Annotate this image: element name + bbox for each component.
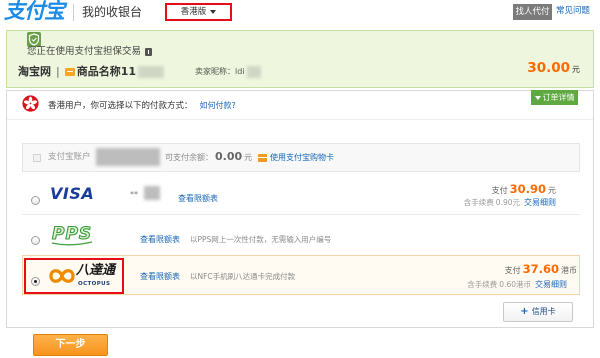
section-divider	[7, 119, 593, 120]
region-select-label: 香港版	[180, 6, 207, 17]
payment-heading: 香港用户，你可选择以下的付款方式： 如何付款?	[48, 100, 236, 112]
octopus-logo: 八達通 OCTOPUS	[48, 263, 118, 290]
region-select[interactable]: 香港版	[165, 3, 232, 21]
payment-method-visa[interactable]: VISA ** 查看限额表 支付 30.90 元 含手续费 0.90元 交易细则	[22, 175, 580, 215]
info-icon[interactable]	[145, 48, 153, 56]
how-to-pay-link[interactable]: 如何付款?	[200, 100, 236, 111]
octopus-limit-link[interactable]: 查看限额表	[140, 272, 180, 282]
order-details-tab[interactable]: 订单详情	[531, 90, 578, 105]
order-summary: 您正在使用支付宝担保交易 淘宝网 | 商品名称11 卖家昵称：ldi 30.00…	[6, 30, 594, 88]
page-title: 我的收银台	[82, 5, 143, 19]
faq-link[interactable]: 常见问题	[556, 6, 590, 16]
merchant-name: 淘宝网	[18, 65, 51, 78]
balance-unit: 元	[244, 153, 253, 162]
pay-unit: 元	[548, 186, 556, 195]
redacted-card-number	[144, 186, 160, 200]
payment-heading-text: 香港用户，你可选择以下的付款方式：	[48, 101, 193, 111]
shield-icon	[27, 32, 41, 47]
fee-amount: 0.60港币	[499, 280, 531, 289]
plus-icon: +	[520, 306, 529, 317]
alipay-account-option: 支付宝账户 可支付余额： 0.00 元 使用支付宝购物卡	[22, 143, 580, 172]
octopus-description: 以NFC手机刷八达通卡完成付款	[190, 272, 296, 281]
visa-limit-link[interactable]: 查看限额表	[178, 194, 218, 204]
payment-method-pps[interactable]: PPS 查看限额表 以PPS网上一次性付款，无需输入用户编号	[22, 216, 580, 254]
visa-rules-link[interactable]: 交易细则	[524, 198, 556, 208]
pps-logo: PPS	[50, 224, 94, 247]
octopus-radio[interactable]	[31, 277, 40, 286]
fee-label: 含手续费	[467, 280, 498, 289]
alipay-account-label: 支付宝账户	[48, 152, 91, 162]
seller-name: 卖家昵称：ldi	[195, 67, 245, 76]
next-step-button[interactable]: 下一步	[33, 334, 108, 356]
alipay-account-checkbox[interactable]	[33, 154, 41, 162]
redacted-account	[96, 148, 160, 166]
seller-info: 卖家昵称：ldi	[195, 66, 261, 78]
pay-amount: 30.90	[509, 182, 546, 196]
visa-radio[interactable]	[31, 196, 40, 205]
guarantee-notice: 您正在使用支付宝担保交易	[27, 46, 153, 58]
payment-methods-panel: 香港用户，你可选择以下的付款方式： 如何付款? 订单详情 支付宝账户 可支付余额…	[6, 90, 594, 328]
fee-label: 含手续费	[463, 198, 494, 207]
add-credit-card-label: 信用卡	[531, 307, 556, 317]
order-amount: 30.00 元	[527, 60, 580, 76]
add-credit-card-button[interactable]: + 信用卡	[503, 302, 573, 322]
octopus-logo-en: OCTOPUS	[78, 281, 111, 287]
pps-description: 以PPS网上一次性付款，无需输入用户编号	[190, 235, 332, 244]
octopus-fee-info: 含手续费 0.60港币 交易细则	[467, 280, 567, 290]
gift-card-link[interactable]: 使用支付宝购物卡	[270, 152, 334, 163]
pay-for-me-button[interactable]: 找人代付	[513, 4, 552, 20]
visa-pay-amount: 支付 30.90 元	[491, 182, 556, 197]
octopus-rules-link[interactable]: 交易细则	[535, 280, 567, 290]
product-name: 商品名称11	[76, 65, 137, 78]
fee-amount: 0.90元	[495, 198, 520, 207]
pps-limit-link[interactable]: 查看限额表	[140, 235, 180, 245]
goods-icon	[64, 67, 75, 76]
chevron-down-icon	[210, 10, 217, 14]
octopus-logo-cn: 八達通	[76, 263, 116, 278]
order-info: 淘宝网 | 商品名称11	[18, 65, 165, 78]
top-bar: 支付宝 我的收银台 香港版 找人代付 常见问题	[0, 0, 600, 27]
pay-label: 支付	[504, 266, 521, 275]
gift-card-icon	[258, 153, 267, 162]
redacted-text	[246, 66, 261, 78]
pps-radio[interactable]	[31, 236, 40, 245]
available-balance: 可支付余额： 0.00 元	[165, 150, 252, 163]
redacted-text	[138, 65, 165, 78]
bauhinia-flag-icon	[22, 95, 39, 112]
pay-label: 支付	[491, 186, 508, 195]
order-details-label: 订单详情	[542, 92, 575, 102]
order-amount-value: 30.00	[527, 60, 570, 76]
payment-method-octopus[interactable]: 八達通 OCTOPUS 查看限额表 以NFC手机刷八达通卡完成付款 支付 37.…	[22, 255, 580, 295]
guarantee-text: 您正在使用支付宝担保交易	[27, 46, 142, 57]
visa-logo: VISA	[50, 184, 95, 203]
octopus-pay-amount: 支付 37.60 港币	[504, 262, 577, 277]
visa-fee-info: 含手续费 0.90元 交易细则	[464, 198, 556, 208]
octopus-mark-icon	[49, 269, 75, 283]
alipay-logo[interactable]: 支付宝	[4, 0, 65, 23]
pay-amount: 37.60	[522, 262, 559, 276]
pay-unit: 港币	[561, 266, 577, 275]
chevron-down-icon	[534, 95, 541, 100]
balance-label: 可支付余额：	[165, 153, 213, 162]
gift-card-option[interactable]: 使用支付宝购物卡	[258, 152, 334, 163]
balance-value: 0.00	[215, 150, 243, 163]
order-amount-currency: 元	[572, 65, 580, 74]
header-divider	[73, 4, 74, 21]
card-number-masked: **	[130, 190, 138, 199]
separator: |	[56, 65, 60, 78]
pps-swoosh-icon	[51, 241, 93, 246]
